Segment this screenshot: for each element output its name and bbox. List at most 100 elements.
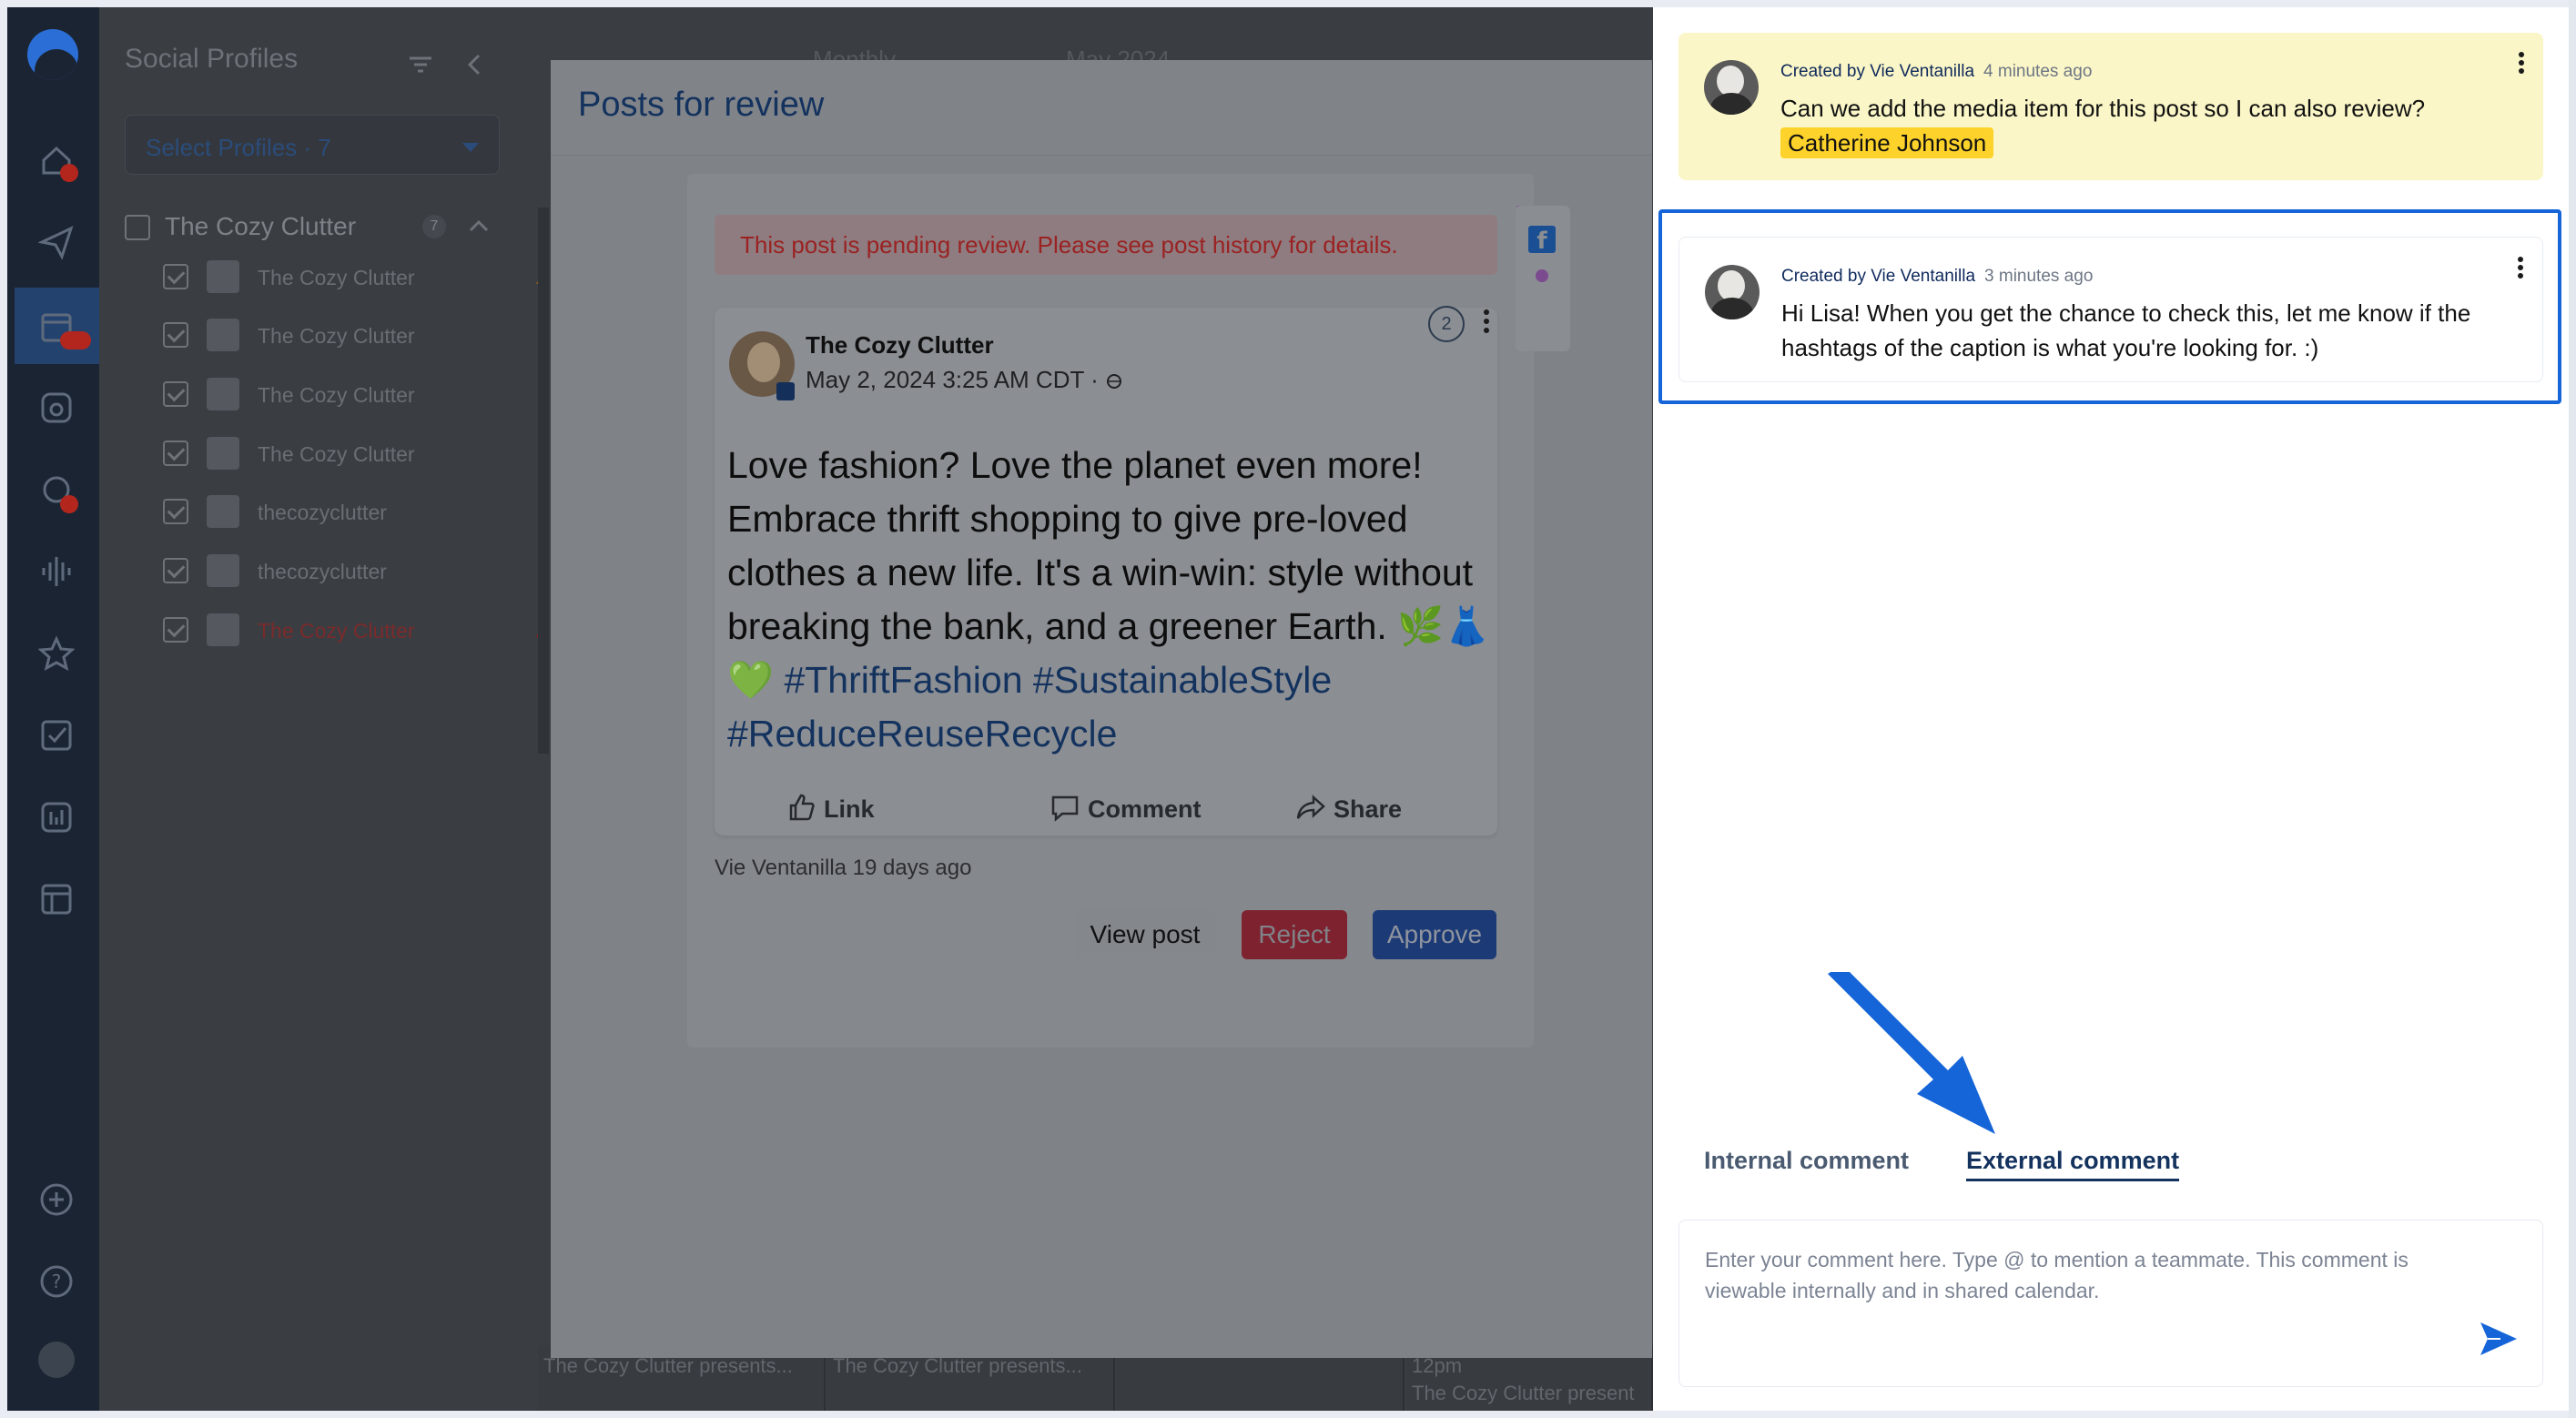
templates-icon[interactable]	[38, 881, 75, 917]
facebook-icon[interactable]: f	[1528, 226, 1556, 255]
app-screen: ? Social Profiles Select Profiles · 7 Th…	[0, 0, 2576, 1418]
filter-icon[interactable]	[407, 51, 434, 78]
post-actions: Link Comment Share	[715, 788, 1497, 836]
comment-more-icon[interactable]	[2515, 254, 2526, 285]
select-profiles-dropdown[interactable]: Select Profiles · 7	[125, 115, 500, 175]
comment-card: Created by Vie Ventanilla 4 minutes ago C…	[1678, 33, 2543, 180]
profile-avatar	[207, 378, 239, 410]
comment-label: Comment	[1088, 795, 1202, 823]
chevron-down-icon	[462, 143, 479, 152]
pending-review-notice: This post is pending review. Please see …	[715, 215, 1497, 275]
modal-header: Posts for review	[551, 60, 1652, 156]
profile-avatar	[207, 554, 239, 587]
profile-avatar	[207, 495, 239, 528]
profile-checkbox[interactable]	[163, 558, 188, 583]
post-date: May 2, 2024 3:25 AM CDT ·	[806, 366, 1123, 394]
status-dot	[1536, 269, 1548, 282]
post-meta: Vie Ventanilla 19 days ago	[715, 856, 972, 880]
inbox-icon[interactable]	[38, 390, 75, 426]
add-icon[interactable]	[38, 1181, 75, 1218]
share-action[interactable]: Share	[1296, 795, 1403, 824]
comment-author: Created by Vie Ventanilla	[1781, 267, 1976, 286]
profile-row[interactable]: The Cozy Clutter	[163, 258, 556, 295]
send-icon[interactable]	[38, 224, 75, 260]
messages-icon[interactable]	[38, 473, 78, 513]
profile-checkbox[interactable]	[163, 441, 188, 466]
globe-icon	[1107, 374, 1122, 390]
profile-checkbox[interactable]	[163, 322, 188, 348]
post-hashtags: #ThriftFashion #SustainableStyle #Reduce…	[727, 659, 1333, 755]
profile-name: The Cozy Clutter	[258, 324, 415, 348]
comment-input[interactable]	[1705, 1244, 2488, 1317]
send-icon[interactable]	[2477, 1319, 2520, 1359]
facebook-post-preview: The Cozy Clutter May 2, 2024 3:25 AM CDT…	[715, 306, 1497, 836]
reject-button[interactable]: Reject	[1242, 910, 1347, 959]
view-post-button[interactable]: View post	[1074, 910, 1216, 959]
profile-name: The Cozy Clutter	[258, 383, 415, 407]
avatar	[1705, 265, 1760, 319]
comment-card: Created by Vie Ventanilla 3 minutes ago H…	[1678, 237, 2543, 382]
calendar-scroll-strip	[538, 208, 549, 754]
main-nav-rail: ?	[7, 7, 99, 1411]
listening-icon[interactable]	[38, 553, 75, 590]
profile-row[interactable]: The Cozy Clutter	[163, 376, 527, 412]
like-label: Link	[824, 795, 875, 823]
app-logo[interactable]	[27, 29, 78, 80]
profile-group-name[interactable]: The Cozy Clutter	[165, 212, 356, 241]
svg-text:?: ?	[52, 1271, 62, 1292]
tab-internal-comment[interactable]: Internal comment	[1704, 1147, 1909, 1175]
tab-external-comment[interactable]: External comment	[1966, 1147, 2180, 1181]
comment-body: Hi Lisa! When you get the chance to chec…	[1781, 299, 2471, 361]
comment-time: 3 minutes ago	[1984, 267, 2094, 286]
comment-meta: Created by Vie Ventanilla 4 minutes ago	[1780, 62, 2092, 82]
profile-row[interactable]: thecozyclutter	[163, 552, 527, 589]
user-avatar[interactable]	[38, 1342, 75, 1378]
chevron-up-icon[interactable]	[465, 213, 492, 240]
pointer-arrow-icon	[1828, 972, 1995, 1134]
profile-checkbox[interactable]	[163, 499, 188, 524]
avatar	[1704, 60, 1759, 115]
profile-name-error: The Cozy Clutter	[258, 619, 415, 643]
profile-checkbox[interactable]	[163, 617, 188, 643]
comment-count-badge[interactable]: 2	[1428, 306, 1465, 342]
profile-checkbox[interactable]	[163, 264, 188, 289]
comment-more-icon[interactable]	[2516, 49, 2527, 80]
home-icon[interactable]	[38, 142, 78, 182]
profile-checkbox[interactable]	[163, 381, 188, 407]
mention-tag[interactable]: Catherine Johnson	[1780, 127, 1994, 158]
facebook-badge-icon	[776, 382, 795, 400]
posts-for-review-modal: Posts for review This post is pending re…	[551, 60, 1652, 1358]
tasks-icon[interactable]	[38, 717, 75, 754]
profile-row[interactable]: The Cozy Clutter	[163, 317, 527, 353]
profile-avatar	[207, 319, 239, 351]
profile-avatar	[207, 437, 239, 470]
post-network-column: f	[1516, 206, 1570, 351]
profile-row[interactable]: The Cozy Clutter	[163, 435, 527, 471]
like-action[interactable]: Link	[789, 794, 875, 824]
profile-name: The Cozy Clutter	[258, 266, 415, 289]
share-label: Share	[1334, 795, 1403, 823]
help-icon[interactable]: ?	[38, 1263, 75, 1300]
star-icon[interactable]	[38, 635, 75, 672]
comment-action[interactable]: Comment	[1051, 795, 1202, 824]
calendar-cell-text: The Cozy Clutter present	[1412, 1382, 1635, 1404]
calendar-nav-active[interactable]	[15, 288, 99, 364]
share-icon	[1296, 795, 1325, 819]
approve-button[interactable]: Approve	[1373, 910, 1496, 959]
comment-text: Can we add the media item for this post …	[1780, 91, 2509, 160]
profile-name: thecozyclutter	[258, 560, 387, 583]
profile-group-count: 7	[422, 215, 446, 238]
comment-time: 4 minutes ago	[1983, 62, 2093, 81]
window-edge	[2569, 0, 2576, 1418]
profile-name: thecozyclutter	[258, 501, 387, 524]
group-checkbox[interactable]	[125, 215, 150, 240]
profile-row[interactable]: The Cozy Clutter	[163, 612, 556, 648]
comment-author: Created by Vie Ventanilla	[1780, 62, 1975, 81]
pending-review-text: This post is pending review. Please see …	[740, 231, 1398, 258]
profile-row[interactable]: thecozyclutter	[163, 493, 527, 530]
reports-icon[interactable]	[38, 799, 75, 836]
more-options-icon[interactable]	[1477, 306, 1496, 342]
collapse-panel-icon[interactable]	[461, 51, 489, 78]
comment-composer	[1678, 1220, 2543, 1387]
modal-title: Posts for review	[578, 86, 825, 124]
